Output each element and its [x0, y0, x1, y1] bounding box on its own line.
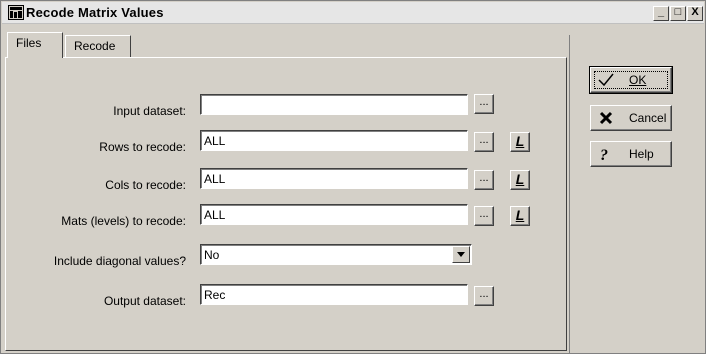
rows-list-button[interactable]: L — [510, 132, 530, 152]
minimize-button[interactable]: _ — [653, 6, 669, 21]
tab-files[interactable]: Files — [7, 32, 63, 58]
svg-text:?: ? — [600, 147, 608, 162]
output-dataset-browse-button[interactable]: ... — [474, 286, 494, 306]
diagonal-values-label: Include diagonal values? — [53, 254, 186, 268]
mats-to-recode-field[interactable]: ALL — [200, 204, 468, 225]
ok-button[interactable]: OK — [589, 66, 673, 94]
tab-container: Files Recode Input dataset: ... Rows to … — [5, 32, 567, 351]
question-mark-icon: ? — [600, 147, 608, 162]
cols-list-button[interactable]: L — [510, 170, 530, 190]
window-title: Recode Matrix Values — [26, 5, 164, 20]
mats-list-button[interactable]: L — [510, 206, 530, 226]
diagonal-values-dropdown[interactable]: No — [200, 244, 472, 265]
cols-browse-button[interactable]: ... — [474, 170, 494, 190]
cols-to-recode-field[interactable]: ALL — [200, 168, 468, 189]
close-button[interactable]: X — [687, 6, 703, 21]
input-dataset-label: Input dataset: — [113, 104, 186, 118]
action-button-panel: OK Cancel ? Help — [569, 35, 706, 353]
mats-to-recode-label: Mats (levels) to recode: — [61, 214, 186, 228]
help-button-label: Help — [629, 147, 654, 161]
cancel-button-label: Cancel — [629, 111, 667, 125]
cols-to-recode-label: Cols to recode: — [105, 178, 186, 192]
output-dataset-field[interactable]: Rec — [200, 284, 468, 305]
input-dataset-field[interactable] — [200, 94, 468, 115]
output-dataset-label: Output dataset: — [103, 294, 186, 308]
mats-browse-button[interactable]: ... — [474, 206, 494, 226]
input-dataset-browse-button[interactable]: ... — [474, 94, 494, 114]
chevron-down-icon — [457, 252, 465, 257]
cancel-button[interactable]: Cancel — [590, 105, 672, 131]
tab-recode[interactable]: Recode — [65, 35, 131, 59]
help-button[interactable]: ? Help — [590, 141, 672, 167]
checkmark-icon — [598, 73, 614, 87]
ok-button-label: OK — [629, 73, 647, 87]
x-mark-icon — [599, 111, 613, 125]
rows-to-recode-field[interactable]: ALL — [200, 130, 468, 151]
rows-to-recode-label: Rows to recode: — [99, 140, 186, 154]
maximize-button[interactable]: □ — [670, 6, 686, 21]
dialog-window: Recode Matrix Values _ □ X Files Recode … — [0, 0, 706, 354]
title-bar[interactable]: Recode Matrix Values _ □ X — [2, 2, 704, 24]
rows-browse-button[interactable]: ... — [474, 132, 494, 152]
files-tab-panel: Input dataset: ... Rows to recode: ALL .… — [5, 57, 567, 351]
app-icon — [8, 5, 24, 20]
dropdown-arrow-button[interactable] — [452, 246, 470, 263]
